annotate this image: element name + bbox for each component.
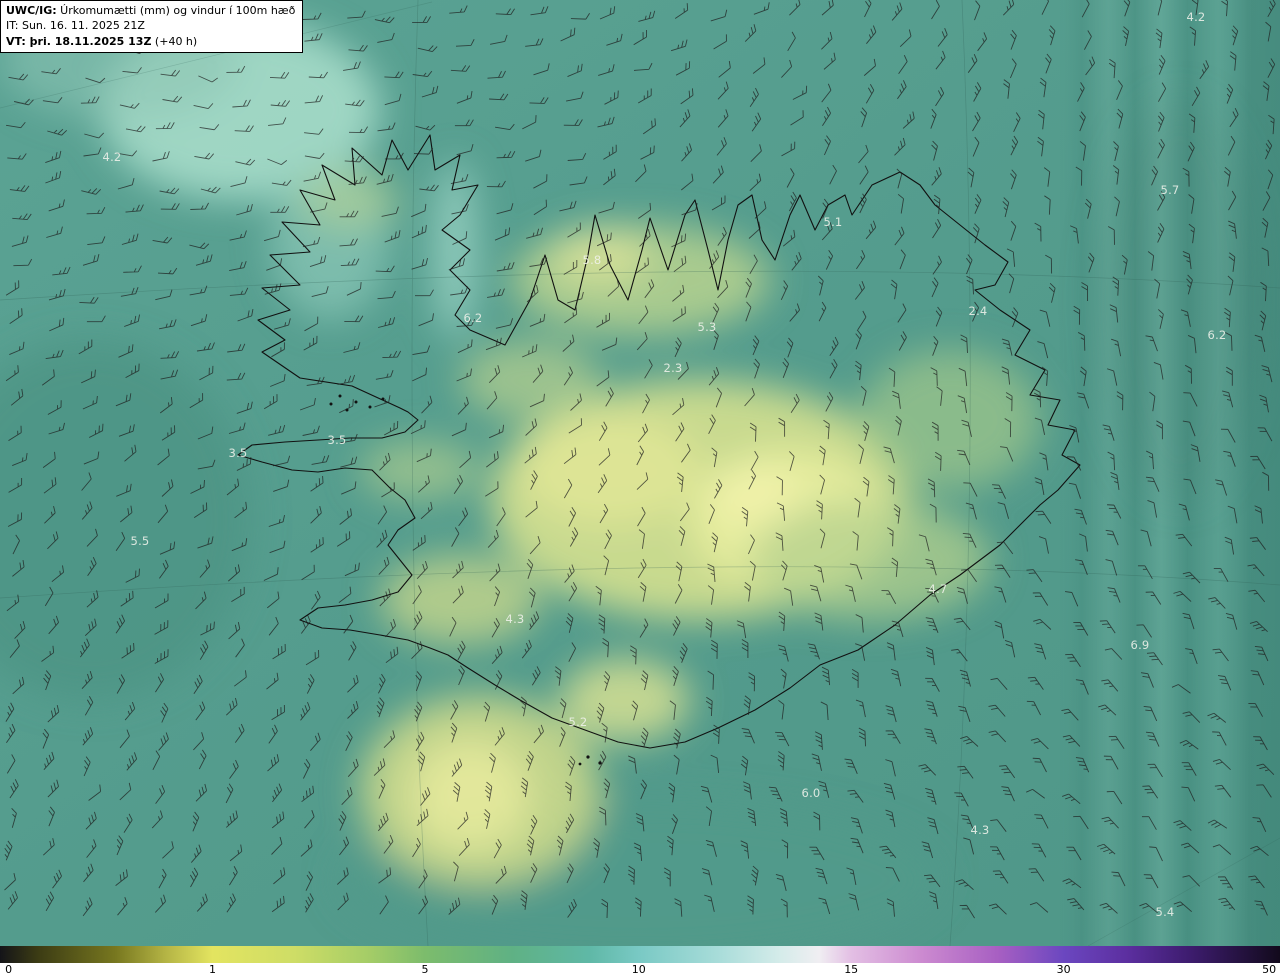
- ocean-band-texture: [1060, 0, 1280, 946]
- colorbar-tick: 30: [1056, 963, 1071, 976]
- colorbar-gradient: [0, 946, 1280, 963]
- init-time-line: IT: Sun. 16. 11. 2025 21Z: [6, 19, 145, 33]
- valid-time-line: VT: þri. 18.11.2025 13Z (+40 h): [6, 34, 295, 49]
- map-title-line: UWC/IG: Úrkomumætti (mm) og vindur í 100…: [6, 3, 295, 18]
- colorbar-tick: 15: [844, 963, 859, 976]
- colorbar-tick: 5: [421, 963, 429, 976]
- colorbar-tick: 50: [1262, 963, 1277, 976]
- colorbar: 0 1 5 10 15 30 50: [0, 946, 1280, 978]
- weather-map: 4.2 4.2 5.7 5.1 5.8 2.4 6.2 5.3 6.2 2.3 3.5 3.5 5.5 4…: [0, 0, 1280, 946]
- precipitation-wind-field: [0, 0, 1280, 946]
- valid-time: VT: þri. 18.11.2025 13Z: [6, 34, 152, 48]
- forecast-offset: (+40 h): [151, 34, 198, 48]
- colorbar-tick: 10: [631, 963, 646, 976]
- model-name: UWC/IG:: [6, 4, 57, 17]
- colorbar-tick-row: 0 1 5 10 15 30 50: [0, 963, 1280, 978]
- model-info-box: UWC/IG: Úrkomumætti (mm) og vindur í 100…: [0, 0, 304, 54]
- colorbar-tick: 1: [208, 963, 216, 976]
- map-title: Úrkomumætti (mm) og vindur í 100m hæð: [56, 4, 296, 17]
- colorbar-tick: 0: [5, 963, 13, 976]
